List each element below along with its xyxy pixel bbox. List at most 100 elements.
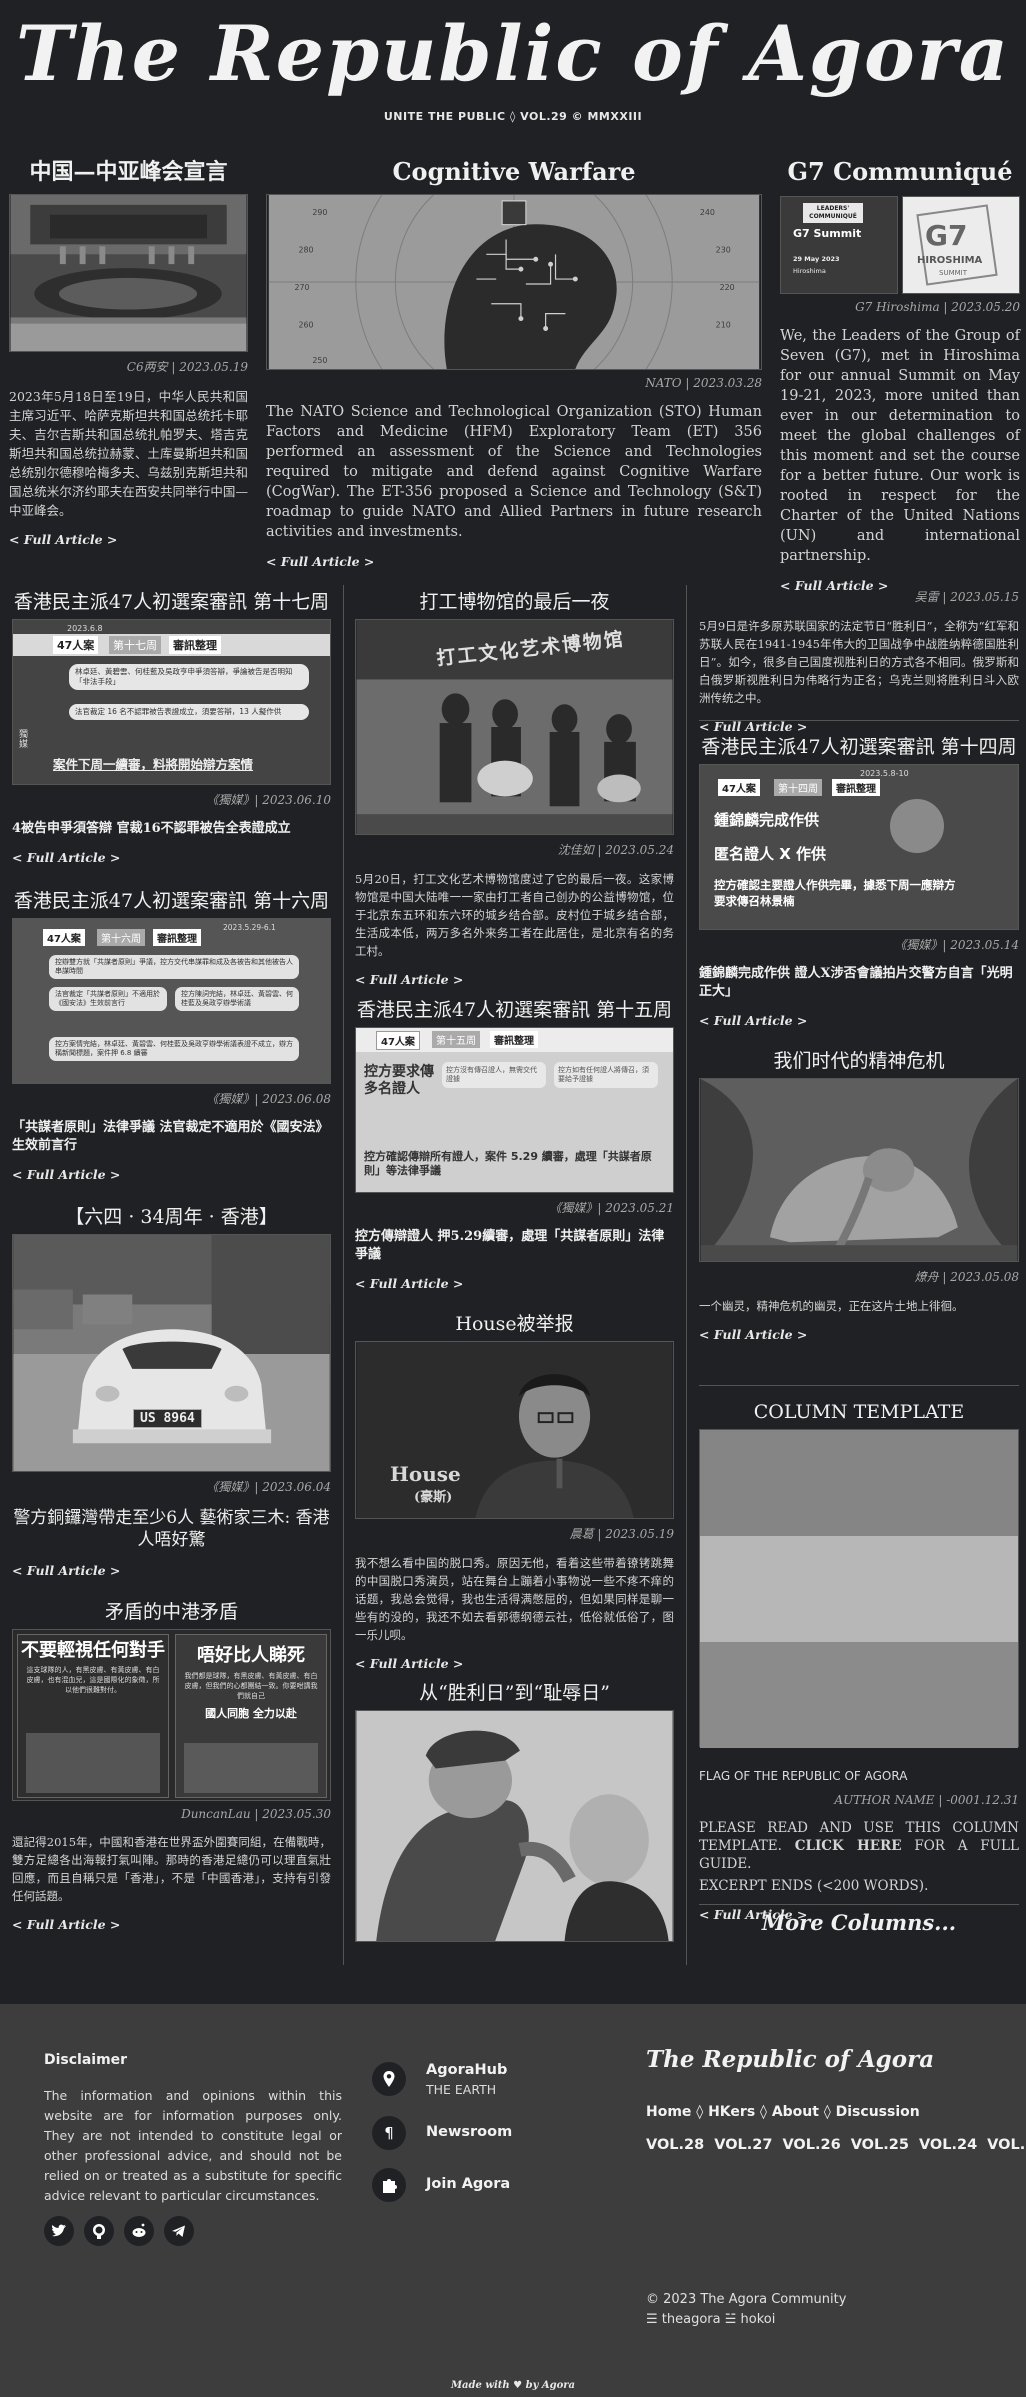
- full-article-link[interactable]: < Full Article >: [12, 1563, 120, 1578]
- graphic-week: 第十五周: [432, 1031, 480, 1048]
- reddit-icon[interactable]: [124, 2216, 154, 2246]
- article-headline[interactable]: 【六四 · 34周年 · 香港】: [12, 1200, 331, 1234]
- trial-summary-graphic[interactable]: 2023.6.8 47人案 第十七周 審訊整理 林卓廷、黃碧雲、何桂藍及吳政亨申…: [12, 619, 331, 785]
- article-excerpt: 警方銅鑼灣帶走至少6人 藝術家三木: 香港人唔好驚: [13, 1508, 330, 1550]
- site-title[interactable]: The Republic of Agora: [0, 0, 1026, 96]
- article-headline[interactable]: 香港民主派47人初選案審訊 第十六周: [12, 884, 331, 918]
- article-headline[interactable]: 香港民主派47人初選案審訊 第十五周: [355, 993, 674, 1027]
- full-article-link[interactable]: < Full Article >: [699, 1327, 807, 1342]
- graphic-bottom: 案件下周一續審，料將開始辯方案情: [53, 757, 254, 772]
- article-meta: 《獨媒》| 2023.05.14: [894, 938, 1019, 952]
- footer-link-home[interactable]: Home: [646, 2104, 691, 2120]
- article-meta: 燎舟 | 2023.05.08: [914, 1270, 1019, 1284]
- article-excerpt: 4被告申爭須答辯 官裁16不認罪被告全表證成立: [12, 821, 291, 836]
- graphic-bullet: 法官裁定 16 名不認罪被告表證成立，須要答辯，13 人擬作供: [69, 704, 309, 720]
- twitter-icon[interactable]: [44, 2216, 74, 2246]
- agora-flag[interactable]: [699, 1429, 1019, 1748]
- article-headline[interactable]: 我们时代的精神危机: [699, 1044, 1019, 1078]
- cover-title: G7 Summit: [793, 227, 862, 240]
- tick-label: 250: [312, 356, 327, 365]
- summit-photo[interactable]: [9, 194, 248, 352]
- footer-brand[interactable]: The Republic of Agora: [646, 2046, 934, 2073]
- telegram-icon[interactable]: [164, 2216, 194, 2246]
- full-article-link[interactable]: < Full Article >: [355, 1656, 463, 1671]
- graphic-row: 鍾錦麟完成作供: [714, 811, 820, 829]
- porsche-street-image: [13, 1235, 330, 1471]
- full-article-link[interactable]: < Full Article >: [266, 554, 374, 569]
- graphic-title: 審訊整理: [490, 1031, 538, 1048]
- cognitive-warfare-image[interactable]: 290 280 270 260 250 240 230 220 210: [266, 194, 762, 370]
- more-columns-link[interactable]: More Columns...: [699, 1910, 1019, 1935]
- story-victory-day-excerpt: 吴雷 | 2023.05.15 5月9日是许多原苏联国家的法定节日“胜利日”，全…: [699, 588, 1019, 735]
- volume-link[interactable]: VOL.27: [714, 2137, 772, 2153]
- graphic-box: 控方沒有傳召證人，無需交代證據: [442, 1062, 546, 1088]
- footer: Disclaimer The information and opinions …: [0, 2004, 1026, 2397]
- article-excerpt: 5月9日是许多原苏联国家的法定节日“胜利日”，全称为“红军和苏联人民在1941-…: [699, 619, 1019, 705]
- article-headline[interactable]: 矛盾的中港矛盾: [12, 1595, 331, 1629]
- volume-link[interactable]: VOL.28: [646, 2137, 704, 2153]
- article-excerpt: 2023年5月18日至19日，中华人民共和国主席习近平、哈萨克斯坦共和国总统托卡…: [9, 389, 248, 518]
- footer-nav-title[interactable]: AgoraHub: [426, 2062, 507, 2078]
- graphic-box: 控方如有任何證人將傳召，須要給予證據: [554, 1062, 658, 1088]
- logo-g7: G7: [925, 219, 968, 252]
- museum-photo[interactable]: 打工文化艺术博物馆: [355, 619, 674, 835]
- graphic-week: 第十七周: [109, 636, 161, 654]
- article-excerpt: 還記得2015年，中國和香港在世界盃外圍賽同組，在備戰時，雙方足總各出海報打氣叫…: [12, 1835, 331, 1903]
- g7-hiroshima-logo[interactable]: G7 HIROSHIMA SUMMIT: [902, 196, 1020, 294]
- full-article-link[interactable]: < Full Article >: [12, 1167, 120, 1182]
- graphic-week: 第十四周: [774, 779, 822, 796]
- football-posters[interactable]: 不要輕視任何對手 這支球隊的人，有黑皮膚、有黃皮膚、有白皮膚，也有混血兒，這是國…: [12, 1629, 331, 1801]
- top-stories: 中国—中亚峰会宣言 C6两安 | 2023.05.19 2023年5月18日至1…: [0, 152, 1026, 593]
- footer-nav-title[interactable]: Join Agora: [426, 2176, 510, 2192]
- volume-link[interactable]: VOL.23: [987, 2137, 1026, 2153]
- footer-link-about[interactable]: About: [772, 2104, 819, 2120]
- article-excerpt: We, the Leaders of the Group of Seven (G…: [780, 328, 1020, 564]
- article-headline[interactable]: G7 Communiqué: [780, 152, 1020, 192]
- disclaimer-title: Disclaimer: [44, 2052, 128, 2068]
- poster-right-text: 我們都是球隊，有黑皮膚、有黃皮膚、有白皮膚，但我們的心都團結一致。你要咁講我們就…: [184, 1672, 318, 1700]
- graphic-bullet: 法官裁定「共謀者原則」不適用於《國安法》生效前言行: [49, 987, 167, 1011]
- trial-summary-graphic[interactable]: 47人案 第十五周 審訊整理 控方要求傳多名證人 控方沒有傳召證人，無需交代證據…: [355, 1027, 674, 1193]
- graphic-tag: 47人案: [53, 636, 99, 654]
- volume-links: VOL.28VOL.27VOL.26VOL.25VOL.24VOL.23VOL.…: [646, 2132, 1026, 2158]
- volume-link[interactable]: VOL.25: [851, 2137, 909, 2153]
- full-article-link[interactable]: < Full Article >: [9, 532, 117, 547]
- graphic-bullet: 控辯雙方就「共謀者原則」爭議，控方交代串謀罪和成及各被告和其他被告人串謀時間: [49, 955, 299, 979]
- full-article-link[interactable]: < Full Article >: [12, 850, 120, 865]
- street-car-photo[interactable]: US 8964: [12, 1234, 331, 1472]
- g7-communique-cover[interactable]: LEADERS' COMMUNIQUÉ G7 Summit 29 May 202…: [780, 196, 898, 294]
- full-article-link[interactable]: < Full Article >: [699, 1013, 807, 1028]
- nebuchadnezzar-engraving[interactable]: [699, 1078, 1019, 1262]
- article-headline[interactable]: Cognitive Warfare: [266, 152, 762, 192]
- graphic-title: 審訊整理: [169, 636, 221, 654]
- graphic-tag: 47人案: [43, 929, 85, 946]
- article-headline[interactable]: House被举报: [355, 1307, 674, 1341]
- article-headline[interactable]: 香港民主派47人初選案審訊 第十四周: [699, 730, 1019, 764]
- article-excerpt: 一个幽灵，精神危机的幽灵，正在这片土地上徘徊。: [699, 1299, 964, 1313]
- volume-link[interactable]: VOL.26: [782, 2137, 840, 2153]
- footer-link-discussion[interactable]: Discussion: [836, 2104, 920, 2120]
- article-headline[interactable]: 香港民主派47人初選案審訊 第十七周: [12, 585, 331, 619]
- full-article-link[interactable]: < Full Article >: [355, 972, 463, 987]
- volume-link[interactable]: VOL.24: [919, 2137, 977, 2153]
- comedian-photo[interactable]: House (豪斯): [355, 1341, 674, 1519]
- tick-label: 270: [295, 283, 310, 292]
- article-headline[interactable]: 中国—中亚峰会宣言: [9, 152, 248, 192]
- summit-hall-image: [10, 195, 247, 351]
- pilcrow-icon: ¶: [372, 2116, 406, 2150]
- github-icon[interactable]: [84, 2216, 114, 2246]
- footer-link-hkers[interactable]: HKers: [708, 2104, 755, 2120]
- article-excerpt: 我不想么看中国的脱口秀。原因无他，看着这些带着镣铐跳舞的中国脱口秀演员，站在舞台…: [355, 1556, 674, 1642]
- full-article-link[interactable]: < Full Article >: [12, 1917, 120, 1932]
- tick-label: 290: [312, 208, 327, 217]
- caricature-illustration[interactable]: [355, 1710, 674, 1942]
- article-headline[interactable]: 打工博物馆的最后一夜: [355, 585, 674, 619]
- trial-summary-graphic[interactable]: 2023.5.8-10 47人案 第十四周 審訊整理 鍾錦麟完成作供 匿名證人 …: [699, 764, 1019, 930]
- article-headline[interactable]: COLUMN TEMPLATE: [699, 1395, 1019, 1429]
- trial-summary-graphic[interactable]: 2023.5.29-6.1 47人案 第十六周 審訊整理 控辯雙方就「共謀者原則…: [12, 918, 331, 1084]
- flag-stripe: [700, 1430, 1018, 1536]
- article-headline[interactable]: 从“胜利日”到“耻辱日”: [355, 1676, 674, 1710]
- guide-link[interactable]: CLICK HERE: [795, 1838, 902, 1854]
- footer-nav-title[interactable]: Newsroom: [426, 2124, 512, 2140]
- full-article-link[interactable]: < Full Article >: [355, 1276, 463, 1291]
